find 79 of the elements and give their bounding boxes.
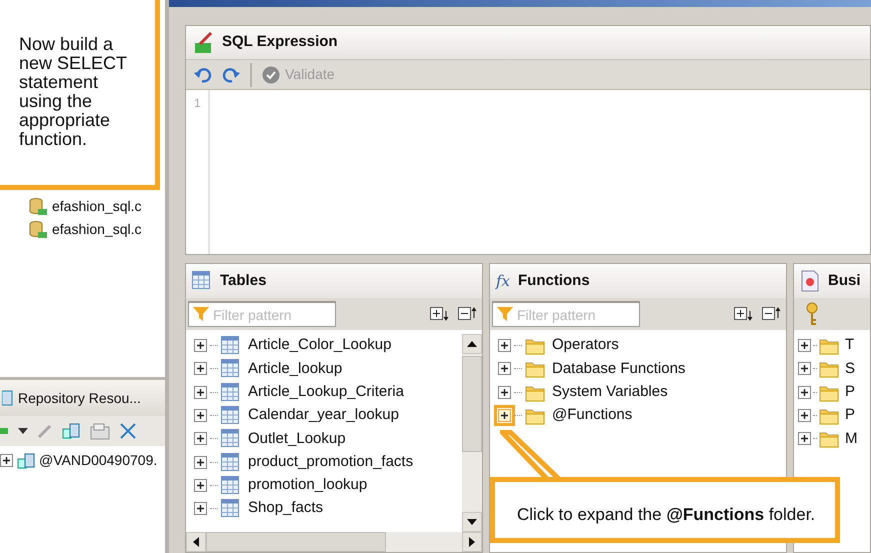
panel-title: Repository Resou...	[18, 388, 141, 408]
check-circle-icon	[262, 66, 280, 84]
plus-box-icon[interactable]	[194, 409, 207, 422]
expand-all-icon[interactable]	[734, 307, 754, 321]
plus-box-icon[interactable]	[194, 339, 207, 352]
arrow-left-icon[interactable]	[193, 537, 199, 547]
plus-box-icon[interactable]	[194, 478, 207, 492]
plus-box-icon[interactable]	[798, 432, 811, 446]
caret-icon[interactable]	[18, 428, 28, 434]
sql-pencil-icon	[194, 32, 214, 54]
line-number: 1	[194, 95, 202, 112]
plus-box-icon[interactable]	[194, 432, 207, 446]
collapse-all-icon[interactable]	[762, 307, 782, 321]
panel-title: Busi	[828, 270, 861, 291]
plus-box-icon[interactable]	[798, 409, 811, 422]
plus-box-icon[interactable]	[798, 386, 811, 399]
plus-box-icon[interactable]	[798, 339, 811, 352]
plus-box-icon[interactable]	[194, 502, 207, 516]
plus-box-icon[interactable]	[498, 386, 511, 399]
tree-item[interactable]: Database Functions	[552, 358, 686, 380]
tree-item[interactable]: Article_Color_Lookup	[248, 334, 392, 357]
tree-item[interactable]: product_promotion_facts	[248, 450, 414, 474]
table-icon	[192, 271, 212, 291]
redo-icon[interactable]	[222, 66, 240, 82]
close-icon[interactable]	[120, 423, 136, 439]
callout-text: Now build a new SELECT statement using the appropriate function.	[0, 0, 160, 190]
plus-box-icon[interactable]	[194, 362, 207, 376]
collapse-all-icon[interactable]	[458, 307, 478, 321]
plus-box-icon[interactable]	[0, 454, 13, 467]
table-icon	[221, 429, 241, 448]
tree-item[interactable]: Operators	[552, 334, 619, 357]
business-layer-icon	[800, 270, 820, 292]
tree-item[interactable]: P	[845, 404, 856, 427]
tree-item[interactable]: @Functions	[552, 404, 632, 427]
tree-item[interactable]: T	[845, 334, 854, 357]
tree-item[interactable]: Article_Lookup_Criteria	[248, 380, 404, 404]
tree-item[interactable]: @VAND00490709.	[39, 450, 158, 471]
table-icon	[221, 406, 241, 426]
plus-box-icon[interactable]	[194, 456, 207, 469]
filter-icon	[497, 306, 513, 322]
callout-text: Click to expand the @Functions folder.	[517, 505, 816, 524]
undo-icon[interactable]	[194, 66, 212, 82]
plus-box-icon[interactable]	[498, 339, 511, 352]
table-icon	[221, 499, 241, 518]
table-icon	[221, 476, 241, 495]
connection-icon	[17, 452, 35, 468]
expand-all-icon[interactable]	[430, 307, 450, 321]
table-icon	[221, 382, 241, 402]
tree-item[interactable]: System Variables	[552, 380, 668, 404]
tree-item[interactable]: P	[845, 380, 856, 404]
plus-box-icon[interactable]	[798, 362, 811, 376]
arrow-down-icon[interactable]	[467, 519, 477, 525]
key-icon	[806, 302, 818, 326]
vertical-scrollbar[interactable]	[462, 334, 482, 532]
table-icon	[221, 452, 241, 472]
filter-field[interactable]: Filter pattern	[492, 301, 640, 327]
table-icon	[221, 359, 241, 378]
horizontal-scrollbar[interactable]	[186, 532, 482, 552]
tree-item[interactable]: M	[845, 428, 858, 450]
panel-title: Functions	[518, 270, 590, 291]
tree-item[interactable]: Outlet_Lookup	[248, 428, 346, 450]
connection-icon[interactable]	[62, 423, 80, 439]
arrow-right-icon[interactable]	[469, 537, 475, 547]
arrow-up-icon[interactable]	[467, 341, 477, 347]
panel-title: Tables	[220, 270, 266, 291]
tree-item[interactable]: Shop_facts	[248, 497, 324, 520]
filter-field[interactable]: Filter pattern	[188, 301, 336, 327]
tree-item[interactable]: S	[845, 358, 856, 380]
tree-item[interactable]: Calendar_year_lookup	[248, 404, 399, 427]
tree-item[interactable]: efashion_sql.c	[52, 219, 142, 240]
table-icon	[221, 336, 241, 356]
plus-box-icon[interactable]	[194, 386, 207, 399]
plus-box-icon[interactable]	[498, 362, 511, 376]
tree-item[interactable]: promotion_lookup	[248, 474, 368, 497]
tree-item[interactable]: efashion_sql.c	[52, 196, 142, 217]
tree-item[interactable]: Article_lookup	[248, 358, 342, 380]
panel-title: SQL Expression	[222, 32, 338, 52]
fx-icon: fx	[496, 270, 510, 292]
filter-icon	[193, 306, 209, 322]
